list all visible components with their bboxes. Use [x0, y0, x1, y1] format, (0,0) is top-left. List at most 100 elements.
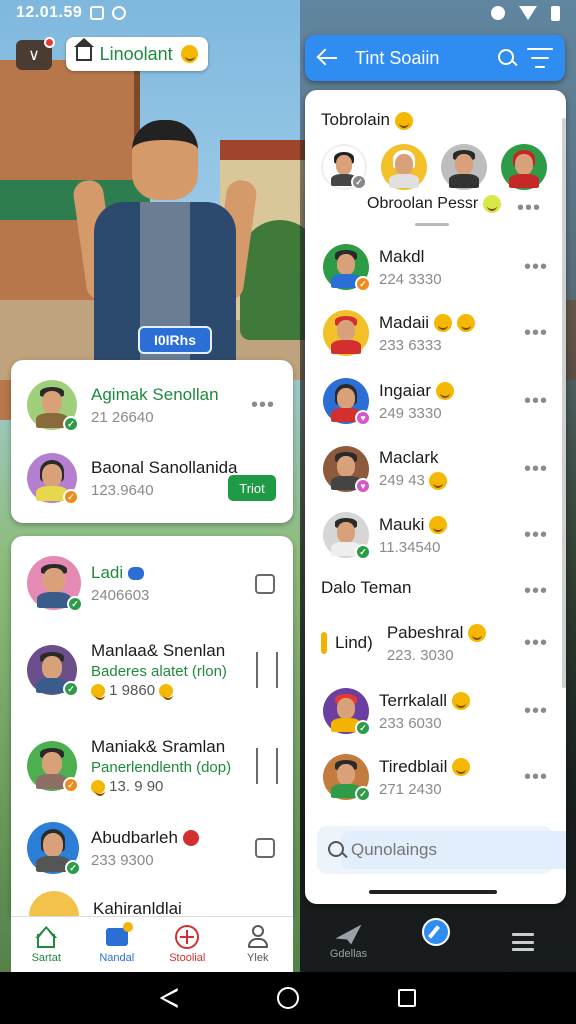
select-checkbox[interactable]	[255, 838, 275, 858]
smile-emoji-icon	[159, 684, 174, 701]
stories-label: Obroolan Pessr	[367, 195, 479, 213]
more-options-icon[interactable]: •••	[524, 580, 548, 603]
smile-emoji-icon	[482, 195, 501, 213]
list-item[interactable]: ✓ Makdl 224 3330 •••	[305, 240, 566, 294]
search-input[interactable]	[341, 831, 566, 869]
back-arrow-icon[interactable]	[317, 47, 339, 69]
scrollbar[interactable]	[562, 118, 566, 688]
filter-icon[interactable]	[527, 48, 553, 68]
more-options-icon[interactable]: •••	[524, 700, 548, 723]
story-avatar[interactable]	[501, 144, 547, 190]
contact-meta: 249 3330	[379, 404, 442, 422]
nav-profile[interactable]: Ylek	[223, 917, 294, 972]
avatar: ✓	[27, 822, 81, 876]
heart-emoji-icon	[182, 830, 199, 847]
more-options-icon[interactable]: •••	[524, 322, 548, 345]
expand-toggle[interactable]	[255, 652, 278, 688]
list-item[interactable]: Madaii 233 6333 •••	[305, 306, 566, 360]
list-item[interactable]: ✓ Agimak Senollan 21 26640 •••	[11, 370, 293, 440]
contact-name: Ingaiar	[379, 380, 431, 400]
smile-emoji-icon	[91, 684, 105, 701]
nav-menu[interactable]	[479, 912, 566, 972]
avatar: ✓	[27, 556, 83, 612]
contact-name: Terrkalall	[379, 690, 448, 710]
contact-prefix: Lind)	[335, 633, 373, 652]
avatar: ✓	[27, 741, 79, 793]
right-bottom-nav: Gdellas	[305, 912, 566, 972]
list-item[interactable]: ♥ Ingaiar 249 3330 •••	[305, 374, 566, 428]
more-options-icon[interactable]: •••	[524, 524, 548, 547]
more-options-icon[interactable]: •••	[524, 256, 548, 279]
contact-meta: 1 9860	[109, 682, 156, 699]
more-options-icon[interactable]: •••	[524, 632, 548, 655]
action-button[interactable]: Triot	[228, 475, 276, 501]
home-title-pill[interactable]: Linoolant	[66, 37, 208, 71]
list-item[interactable]: ✓ Tiredblail 271 2430 •••	[305, 750, 566, 804]
notification-dot	[44, 37, 55, 48]
select-checkbox[interactable]	[255, 574, 275, 594]
gallery-icon	[90, 6, 105, 20]
drag-handle[interactable]	[415, 223, 449, 226]
contact-meta: 233 6333	[379, 336, 442, 354]
recents-icon[interactable]	[398, 989, 417, 1007]
avatar: ✓	[323, 512, 371, 560]
check-badge-icon: ✓	[355, 276, 371, 292]
story-avatar[interactable]: ✓	[321, 144, 367, 190]
list-item[interactable]: ✓ Abudbarleh 233 9300	[11, 816, 293, 880]
nav-home[interactable]: Sartat	[11, 917, 82, 972]
more-options-icon[interactable]: •••	[517, 197, 541, 220]
story-avatar[interactable]	[381, 144, 427, 190]
check-badge-icon: ✓	[63, 777, 79, 793]
menu-dropdown-button[interactable]: ∨	[16, 37, 55, 70]
list-item[interactable]: ♥ Maclark 249 43 •••	[305, 442, 566, 496]
list-item[interactable]: ✓ Maniak& Sramlan Panerlendlenth (dop) 1…	[11, 726, 293, 806]
search-icon[interactable]	[497, 48, 517, 68]
avatar: ✓	[27, 380, 79, 432]
list-item[interactable]: ✓ Manlaa& Snenlan Baderes alatet (rlon) …	[11, 630, 293, 710]
back-icon[interactable]	[160, 988, 178, 1008]
contact-name: Abudbarleh	[91, 827, 178, 847]
more-options-icon[interactable]: •••	[524, 458, 548, 481]
home-icon	[74, 38, 94, 61]
smile-emoji-icon	[429, 472, 448, 491]
expand-toggle[interactable]	[255, 748, 278, 784]
avatar	[323, 310, 369, 356]
list-item[interactable]: ✓ Mauki 11.34540 •••	[305, 508, 566, 562]
menu-icon	[511, 933, 534, 951]
contact-meta: 13. 9 90	[109, 778, 164, 795]
more-options-icon[interactable]: •••	[524, 390, 548, 413]
status-bar: 12.01.59	[0, 0, 576, 26]
nav-messages[interactable]: Nandal	[82, 917, 153, 972]
wifi-icon	[519, 6, 537, 20]
more-options-icon[interactable]: •••	[251, 394, 275, 417]
home-circle-icon[interactable]	[276, 987, 299, 1009]
hero-badge[interactable]: I0IRhs	[138, 326, 212, 354]
chat-bubble-icon	[127, 566, 144, 580]
check-badge-icon: ✓	[351, 174, 367, 190]
avatar: ✓	[323, 688, 371, 736]
list-item[interactable]: Kahiranldlai	[11, 891, 293, 916]
list-item[interactable]: ✓ Ladi 2406603	[11, 548, 293, 618]
list-item[interactable]: Lind) Pabeshral 223. 3030 •••	[305, 618, 566, 668]
contact-meta: 224 3330	[379, 270, 442, 288]
emoji-icon	[321, 632, 327, 654]
contact-name: Makdl	[379, 246, 425, 266]
contact-name: Mauki	[379, 514, 425, 534]
smile-emoji-icon	[468, 624, 487, 643]
heart-badge-icon: ♥	[355, 410, 371, 426]
smile-emoji-icon	[456, 314, 475, 333]
story-avatar[interactable]	[441, 144, 487, 190]
more-options-icon[interactable]: •••	[524, 766, 548, 789]
contact-meta: 223. 3030	[386, 646, 454, 664]
nav-gallery[interactable]: Gdellas	[305, 912, 392, 972]
contact-name: Tiredblail	[379, 756, 448, 776]
panel-title: Tint Soaiin	[355, 47, 440, 68]
nav-label: Sartat	[31, 952, 61, 964]
list-item[interactable]: ✓ Terrkalall 233 6030 •••	[305, 684, 566, 738]
nav-compose-fab[interactable]	[392, 912, 479, 972]
notification-icon	[112, 6, 127, 20]
left-bottom-nav: Sartat Nandal Stoolial Ylek	[11, 916, 293, 972]
list-item[interactable]: ✓ Baonal Sanollanida 123.9640 Triot	[11, 442, 293, 514]
contact-name: Kahiranldlai	[93, 899, 182, 916]
nav-add[interactable]: Stoolial	[152, 917, 223, 972]
